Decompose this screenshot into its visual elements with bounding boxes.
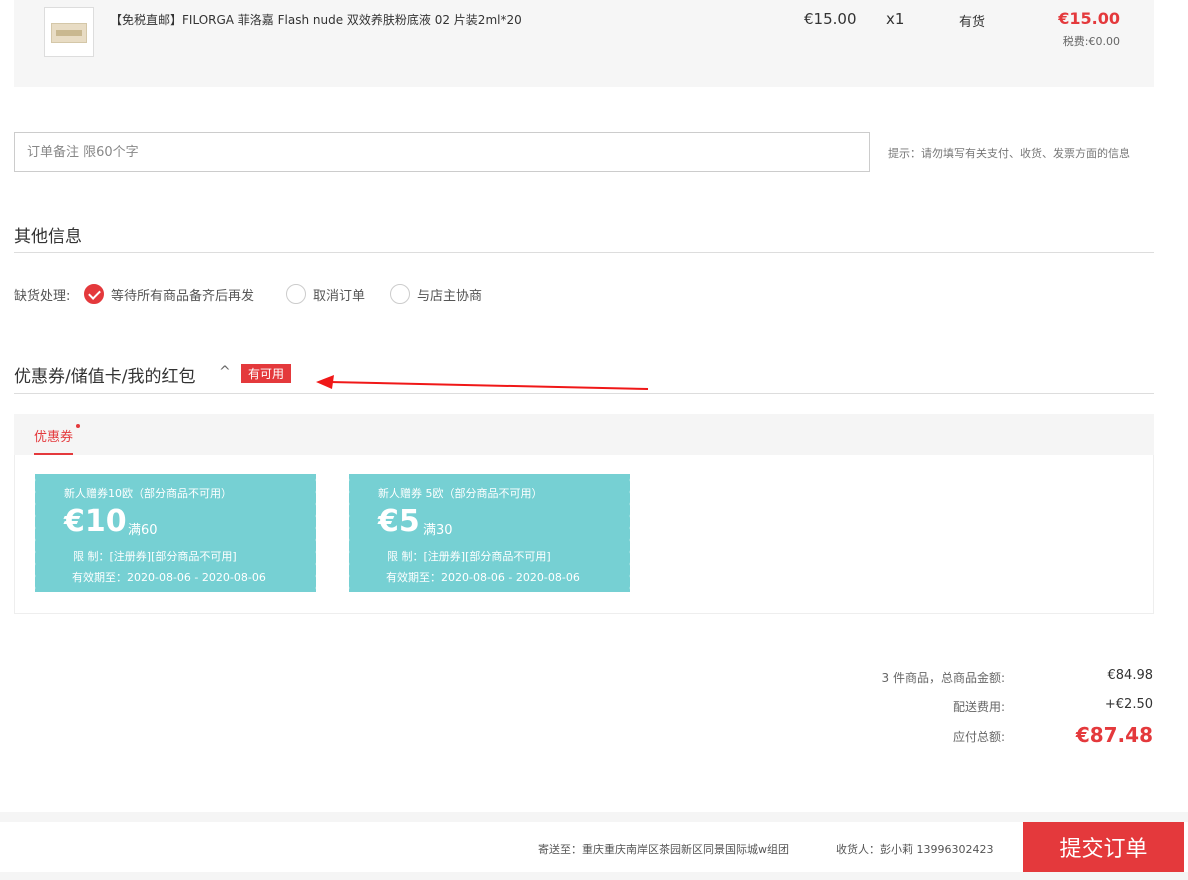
shipping-fee-value: +€2.50 <box>1104 697 1153 712</box>
stockout-option-cancel[interactable]: 取消订单 <box>286 283 365 305</box>
coupon-amount: €5 <box>378 504 420 539</box>
product-row: 【免税直邮】FILORGA 菲洛嘉 Flash nude 双效养肤粉底液 02 … <box>14 0 1154 87</box>
chevron-up-icon[interactable]: ^ <box>219 364 231 380</box>
shipping-fee-label: 配送费用: <box>952 700 1005 714</box>
ship-to-address: 寄送至：重庆重庆南岸区茶园新区同景国际城w组团 <box>538 843 789 856</box>
available-badge: 有可用 <box>241 364 292 383</box>
goods-total-label: 3 件商品，总商品金额: <box>881 671 1006 685</box>
product-name[interactable]: 【免税直邮】FILORGA 菲洛嘉 Flash nude 双效养肤粉底液 02 … <box>110 11 522 28</box>
coupon-tabbar: 优惠券 <box>14 414 1154 455</box>
payable-total-value: €87.48 <box>1075 723 1153 747</box>
coupon-limit: 限 制：[注册券][部分商品不可用] <box>387 550 551 563</box>
remark-hint: 提示：请勿填写有关支付、收货、发票方面的信息 <box>888 147 1130 160</box>
product-tax: 税费:€0.00 <box>1062 35 1120 48</box>
stockout-option-wait[interactable]: 等待所有商品备齐后再发 <box>84 283 254 305</box>
submit-order-button[interactable]: 提交订单 <box>1023 822 1184 872</box>
receiver-info: 收货人：彭小莉 13996302423 <box>836 843 994 856</box>
product-thumbnail[interactable] <box>44 7 94 57</box>
coupon-name: 新人赠券 5欧（部分商品不可用） <box>378 487 543 500</box>
checkout-bar: 寄送至：重庆重庆南岸区茶园新区同景国际城w组团 收货人：彭小莉 13996302… <box>0 812 1188 880</box>
annotation-arrow-icon <box>316 375 649 390</box>
coupons-title[interactable]: 优惠券/储值卡/我的红包 <box>14 362 195 387</box>
radio-circle-icon <box>286 284 306 304</box>
product-stock-status: 有货 <box>959 15 986 30</box>
coupon-card[interactable]: 新人赠券 5欧（部分商品不可用） €5 满30 限 制：[注册券][部分商品不可… <box>345 474 634 592</box>
product-quantity: x1 <box>886 10 905 28</box>
other-info-title: 其他信息 <box>14 227 82 247</box>
product-price: €15.00 <box>804 10 857 28</box>
coupon-limit: 限 制：[注册券][部分商品不可用] <box>73 550 237 563</box>
payable-total-label: 应付总额: <box>952 730 1005 744</box>
stockout-option-negotiate[interactable]: 与店主协商 <box>390 283 482 305</box>
coupon-name: 新人赠券10欧（部分商品不可用） <box>64 487 232 500</box>
other-info-divider <box>14 252 1154 253</box>
coupon-card[interactable]: 新人赠券10欧（部分商品不可用） €10 满60 限 制：[注册券][部分商品不… <box>31 474 320 592</box>
tab-coupons[interactable]: 优惠券 <box>34 424 81 455</box>
tab-label: 优惠券 <box>34 430 74 445</box>
radio-label: 等待所有商品备齐后再发 <box>111 288 255 304</box>
radio-label: 取消订单 <box>313 288 366 304</box>
coupon-amount: €10 <box>64 504 127 539</box>
coupon-minimum: 满30 <box>423 523 453 538</box>
product-subtotal: €15.00 <box>1058 9 1120 28</box>
coupon-validity: 有效期至：2020-08-06 - 2020-08-06 <box>386 571 580 584</box>
check-icon <box>84 284 104 304</box>
radio-label: 与店主协商 <box>417 288 483 304</box>
notification-dot-icon <box>76 424 81 428</box>
stockout-label: 缺货处理: <box>14 289 71 304</box>
goods-total-value: €84.98 <box>1107 668 1154 683</box>
radio-circle-icon <box>390 284 410 304</box>
coupon-minimum: 满60 <box>128 523 158 538</box>
order-remark-input[interactable] <box>14 132 870 172</box>
coupon-validity: 有效期至：2020-08-06 - 2020-08-06 <box>72 571 266 584</box>
